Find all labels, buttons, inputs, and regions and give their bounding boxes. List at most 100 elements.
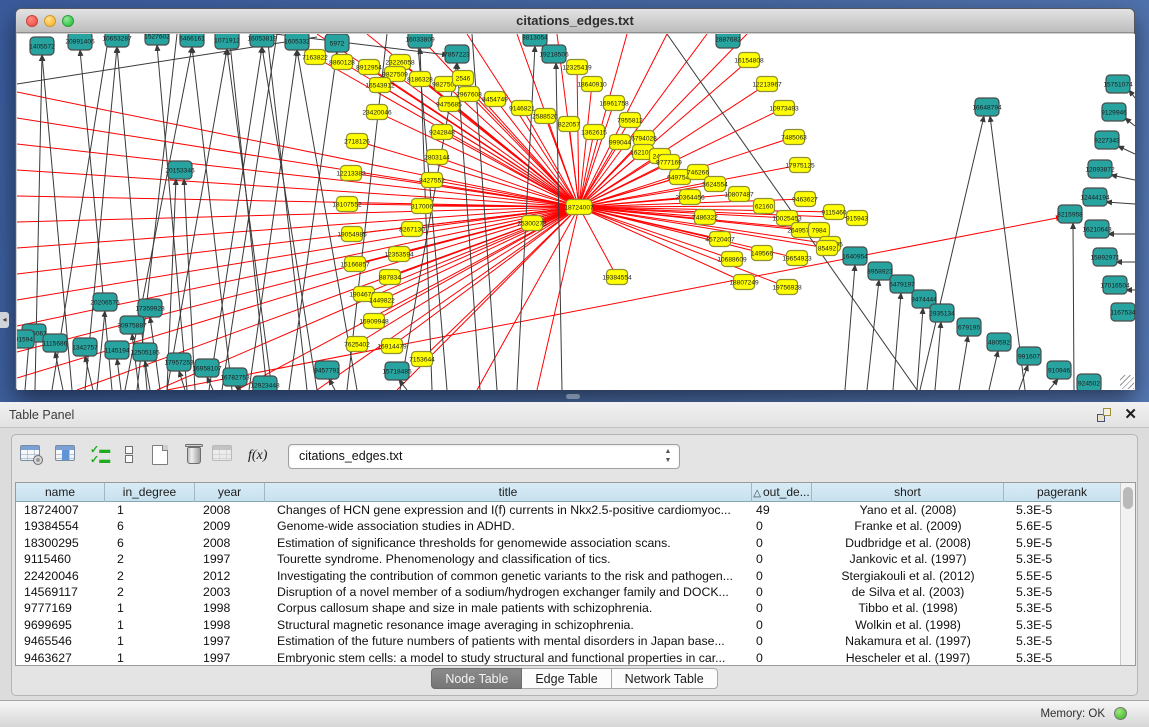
table-row[interactable]: 2242004622012Investigating the contribut…: [16, 568, 1121, 584]
graph-node[interactable]: 20364456: [675, 190, 705, 205]
graph-node[interactable]: 16909948: [359, 314, 389, 329]
graph-edge[interactable]: [222, 34, 277, 390]
graph-node[interactable]: 7625402: [344, 337, 370, 352]
scrollbar-thumb[interactable]: [1123, 487, 1133, 509]
new-table-icon[interactable]: [152, 445, 176, 469]
graph-node[interactable]: 10688609: [717, 252, 747, 267]
graph-node[interactable]: 8454749: [482, 92, 508, 107]
graph-node[interactable]: 62160: [754, 199, 775, 214]
graph-node[interactable]: 8860128: [329, 55, 355, 70]
graph-edge[interactable]: [267, 34, 307, 390]
graph-edge[interactable]: [1073, 223, 1074, 390]
graph-node[interactable]: 8958923: [867, 262, 893, 280]
graph-node[interactable]: 16053819: [247, 34, 277, 47]
graph-edge[interactable]: [989, 351, 998, 390]
graph-node[interactable]: 12353594: [384, 247, 414, 262]
graph-node[interactable]: 7955812: [617, 113, 643, 128]
graph-node[interactable]: 8267130: [399, 222, 425, 237]
graph-node[interactable]: 20891406: [65, 34, 95, 50]
graph-node[interactable]: 1071912: [214, 34, 240, 49]
graph-node[interactable]: 16958107: [192, 359, 222, 377]
graph-node[interactable]: 18107552: [332, 197, 362, 212]
table-row[interactable]: 946362711997Embryonic stem cells: a mode…: [16, 650, 1121, 666]
table-selector-dropdown[interactable]: citations_edges.txt ▲▼: [288, 444, 680, 469]
graph-node[interactable]: 16210643: [1082, 220, 1112, 238]
graph-node[interactable]: 25300273: [517, 216, 547, 231]
graph-node[interactable]: 391594: [17, 330, 34, 348]
table-vertical-scrollbar[interactable]: [1120, 483, 1135, 665]
graph-node[interactable]: 8912954: [356, 60, 382, 75]
graph-node[interactable]: 480592: [987, 333, 1011, 351]
graph-node[interactable]: 16782753: [220, 368, 250, 386]
table-row[interactable]: 977716911998Corpus callosum shape and si…: [16, 600, 1121, 616]
column-header-pagerank[interactable]: pagerank: [1004, 483, 1121, 502]
graph-node[interactable]: 15892971: [1090, 248, 1120, 266]
graph-edge[interactable]: [1106, 202, 1135, 204]
graph-edge[interactable]: [893, 293, 901, 390]
graph-node[interactable]: 8186328: [407, 72, 433, 87]
rows-icon[interactable]: [122, 445, 136, 469]
graph-edge[interactable]: [17, 92, 579, 207]
resize-grip-icon[interactable]: [1120, 375, 1134, 389]
tab-edge-table[interactable]: Edge Table: [522, 668, 611, 689]
graph-node[interactable]: 15166857: [340, 257, 370, 272]
graph-node[interactable]: 9463627: [792, 192, 818, 207]
table-row[interactable]: 1456911722003Disruption of a novel membe…: [16, 584, 1121, 600]
graph-node[interactable]: 45720407: [705, 232, 735, 247]
graph-node[interactable]: 12505185: [130, 343, 160, 361]
graph-edge[interactable]: [422, 207, 579, 359]
graph-node[interactable]: 19054985: [337, 227, 367, 242]
graph-edge[interactable]: [959, 336, 968, 390]
column-header-out_de[interactable]: △out_de...: [752, 483, 812, 502]
graph-node[interactable]: 7486322: [692, 210, 718, 225]
graph-node[interactable]: 149566: [751, 246, 773, 261]
graph-node[interactable]: 2935134: [929, 304, 955, 322]
graph-node[interactable]: 12213383: [336, 166, 366, 181]
graph-node[interactable]: 9242848: [429, 125, 455, 140]
graph-node[interactable]: 1527602: [144, 34, 170, 45]
graph-edge[interactable]: [1019, 365, 1028, 390]
graph-node[interactable]: 18640910: [577, 77, 607, 92]
graph-node[interactable]: 16154808: [734, 53, 764, 68]
graph-edge[interactable]: [935, 322, 941, 390]
close-panel-icon[interactable]: ✕: [1124, 405, 1137, 423]
graph-edge[interactable]: [329, 379, 335, 390]
memory-status-indicator[interactable]: [1114, 707, 1127, 720]
graph-node[interactable]: 915943: [846, 211, 868, 226]
graph-node[interactable]: 12093872: [1085, 160, 1115, 178]
graph-edge[interactable]: [192, 47, 232, 390]
graph-node[interactable]: 679195: [957, 318, 981, 336]
graph-node[interactable]: 2967608: [456, 87, 482, 102]
select-attributes-icon[interactable]: ✓▬✓▬: [90, 445, 108, 469]
graph-node[interactable]: 85492: [817, 241, 838, 256]
graph-node[interactable]: 1115686: [43, 334, 68, 352]
graph-node[interactable]: 17016504: [1100, 276, 1130, 294]
graph-node[interactable]: 19756928: [772, 280, 802, 295]
graph-hub-node[interactable]: 18724007: [564, 200, 594, 215]
graph-node[interactable]: 20153346: [165, 161, 195, 179]
graph-edge[interactable]: [207, 377, 213, 390]
graph-node[interactable]: 317006: [411, 199, 433, 214]
graph-node[interactable]: 19218506: [539, 45, 569, 63]
graph-node[interactable]: 15718485: [382, 362, 412, 380]
graph-edge[interactable]: [1125, 118, 1135, 126]
graph-node[interactable]: 16543912: [365, 78, 395, 93]
graph-node[interactable]: 9115460: [821, 205, 847, 220]
graph-node[interactable]: 2887682: [715, 34, 741, 48]
graph-edge[interactable]: [227, 49, 272, 390]
graph-node[interactable]: 19384554: [602, 270, 632, 285]
graph-node[interactable]: 9227343: [1094, 131, 1120, 149]
table-row[interactable]: 911546021997Tourette syndrome. Phenomeno…: [16, 551, 1121, 567]
graph-edge[interactable]: [289, 52, 337, 390]
graph-node[interactable]: 16648794: [972, 98, 1002, 116]
graph-node[interactable]: 1640954: [842, 247, 868, 265]
graph-node[interactable]: 17359928: [135, 299, 165, 317]
graph-node[interactable]: 887834: [379, 270, 401, 285]
graph-node[interactable]: 1405572: [29, 37, 55, 55]
column-header-name[interactable]: name: [16, 483, 105, 502]
graph-node[interactable]: 12923448: [250, 376, 280, 390]
graph-node[interactable]: 17957253: [164, 353, 194, 371]
float-panel-icon[interactable]: [1097, 408, 1111, 422]
graph-edge[interactable]: [262, 47, 317, 390]
graph-node[interactable]: 6794028: [631, 131, 657, 146]
